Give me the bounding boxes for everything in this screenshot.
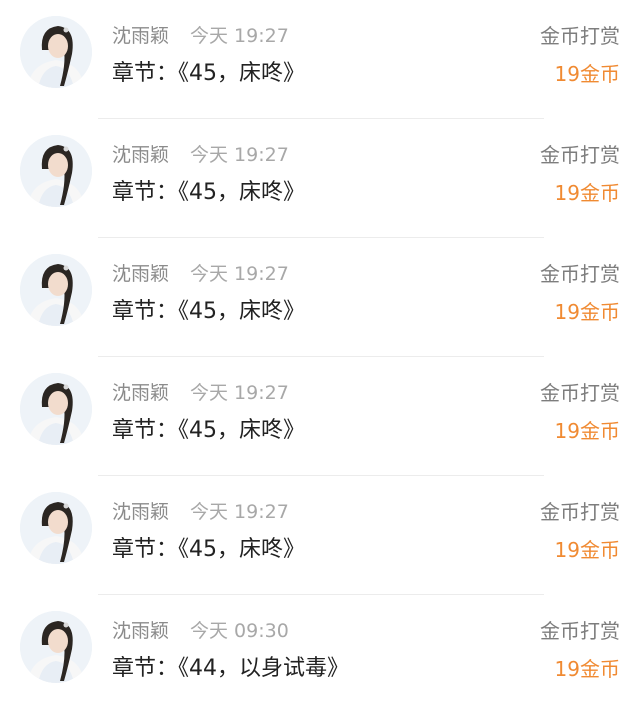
reward-time: 今天 19:27 [190, 501, 289, 523]
reward-type-label: 金币打赏 [540, 24, 620, 48]
reward-time: 今天 19:27 [190, 382, 289, 404]
reward-amount: 19金币 [554, 419, 620, 443]
avatar-photo-icon [20, 611, 92, 683]
reward-amount: 19金币 [554, 657, 620, 681]
avatar-photo-icon [20, 135, 92, 207]
user-name: 沈雨颖 [112, 382, 170, 404]
reward-amount: 19金币 [554, 181, 620, 205]
reward-record-row[interactable]: 沈雨颖 今天 19:27 金币打赏 章节：《45，床咚》 19金币 [0, 119, 640, 238]
reward-record-row[interactable]: 沈雨颖 今天 19:27 金币打赏 章节：《45，床咚》 19金币 [0, 0, 640, 119]
user-avatar[interactable] [20, 611, 92, 683]
reward-time: 今天 19:27 [190, 25, 289, 47]
user-avatar[interactable] [20, 254, 92, 326]
user-avatar[interactable] [20, 16, 92, 88]
user-name: 沈雨颖 [112, 263, 170, 285]
reward-record-row[interactable]: 沈雨颖 今天 19:27 金币打赏 章节：《45，床咚》 19金币 [0, 238, 640, 357]
chapter-title: 章节：《44，以身试毒》 [112, 656, 349, 681]
avatar-photo-icon [20, 492, 92, 564]
user-name: 沈雨颖 [112, 25, 170, 47]
avatar-photo-icon [20, 254, 92, 326]
chapter-title: 章节：《45，床咚》 [112, 418, 305, 443]
chapter-title: 章节：《45，床咚》 [112, 537, 305, 562]
chapter-title: 章节：《45，床咚》 [112, 180, 305, 205]
reward-record-row[interactable]: 沈雨颖 今天 19:27 金币打赏 章节：《45，床咚》 19金币 [0, 476, 640, 595]
avatar-photo-icon [20, 16, 92, 88]
reward-amount: 19金币 [554, 62, 620, 86]
chapter-title: 章节：《45，床咚》 [112, 61, 305, 86]
user-avatar[interactable] [20, 135, 92, 207]
reward-type-label: 金币打赏 [540, 381, 620, 405]
reward-time: 今天 19:27 [190, 263, 289, 285]
reward-record-row[interactable]: 沈雨颖 今天 09:30 金币打赏 章节：《44，以身试毒》 19金币 [0, 595, 640, 714]
reward-type-label: 金币打赏 [540, 262, 620, 286]
chapter-title: 章节：《45，床咚》 [112, 299, 305, 324]
avatar-photo-icon [20, 373, 92, 445]
reward-amount: 19金币 [554, 538, 620, 562]
reward-amount: 19金币 [554, 300, 620, 324]
reward-type-label: 金币打赏 [540, 619, 620, 643]
reward-time: 今天 19:27 [190, 144, 289, 166]
reward-record-row[interactable]: 沈雨颖 今天 19:27 金币打赏 章节：《45，床咚》 19金币 [0, 357, 640, 476]
reward-record-list: 沈雨颖 今天 19:27 金币打赏 章节：《45，床咚》 19金币 沈雨颖 今天… [0, 0, 640, 718]
user-name: 沈雨颖 [112, 620, 170, 642]
reward-type-label: 金币打赏 [540, 143, 620, 167]
reward-time: 今天 09:30 [190, 620, 289, 642]
user-name: 沈雨颖 [112, 501, 170, 523]
user-avatar[interactable] [20, 492, 92, 564]
user-avatar[interactable] [20, 373, 92, 445]
reward-type-label: 金币打赏 [540, 500, 620, 524]
user-name: 沈雨颖 [112, 144, 170, 166]
